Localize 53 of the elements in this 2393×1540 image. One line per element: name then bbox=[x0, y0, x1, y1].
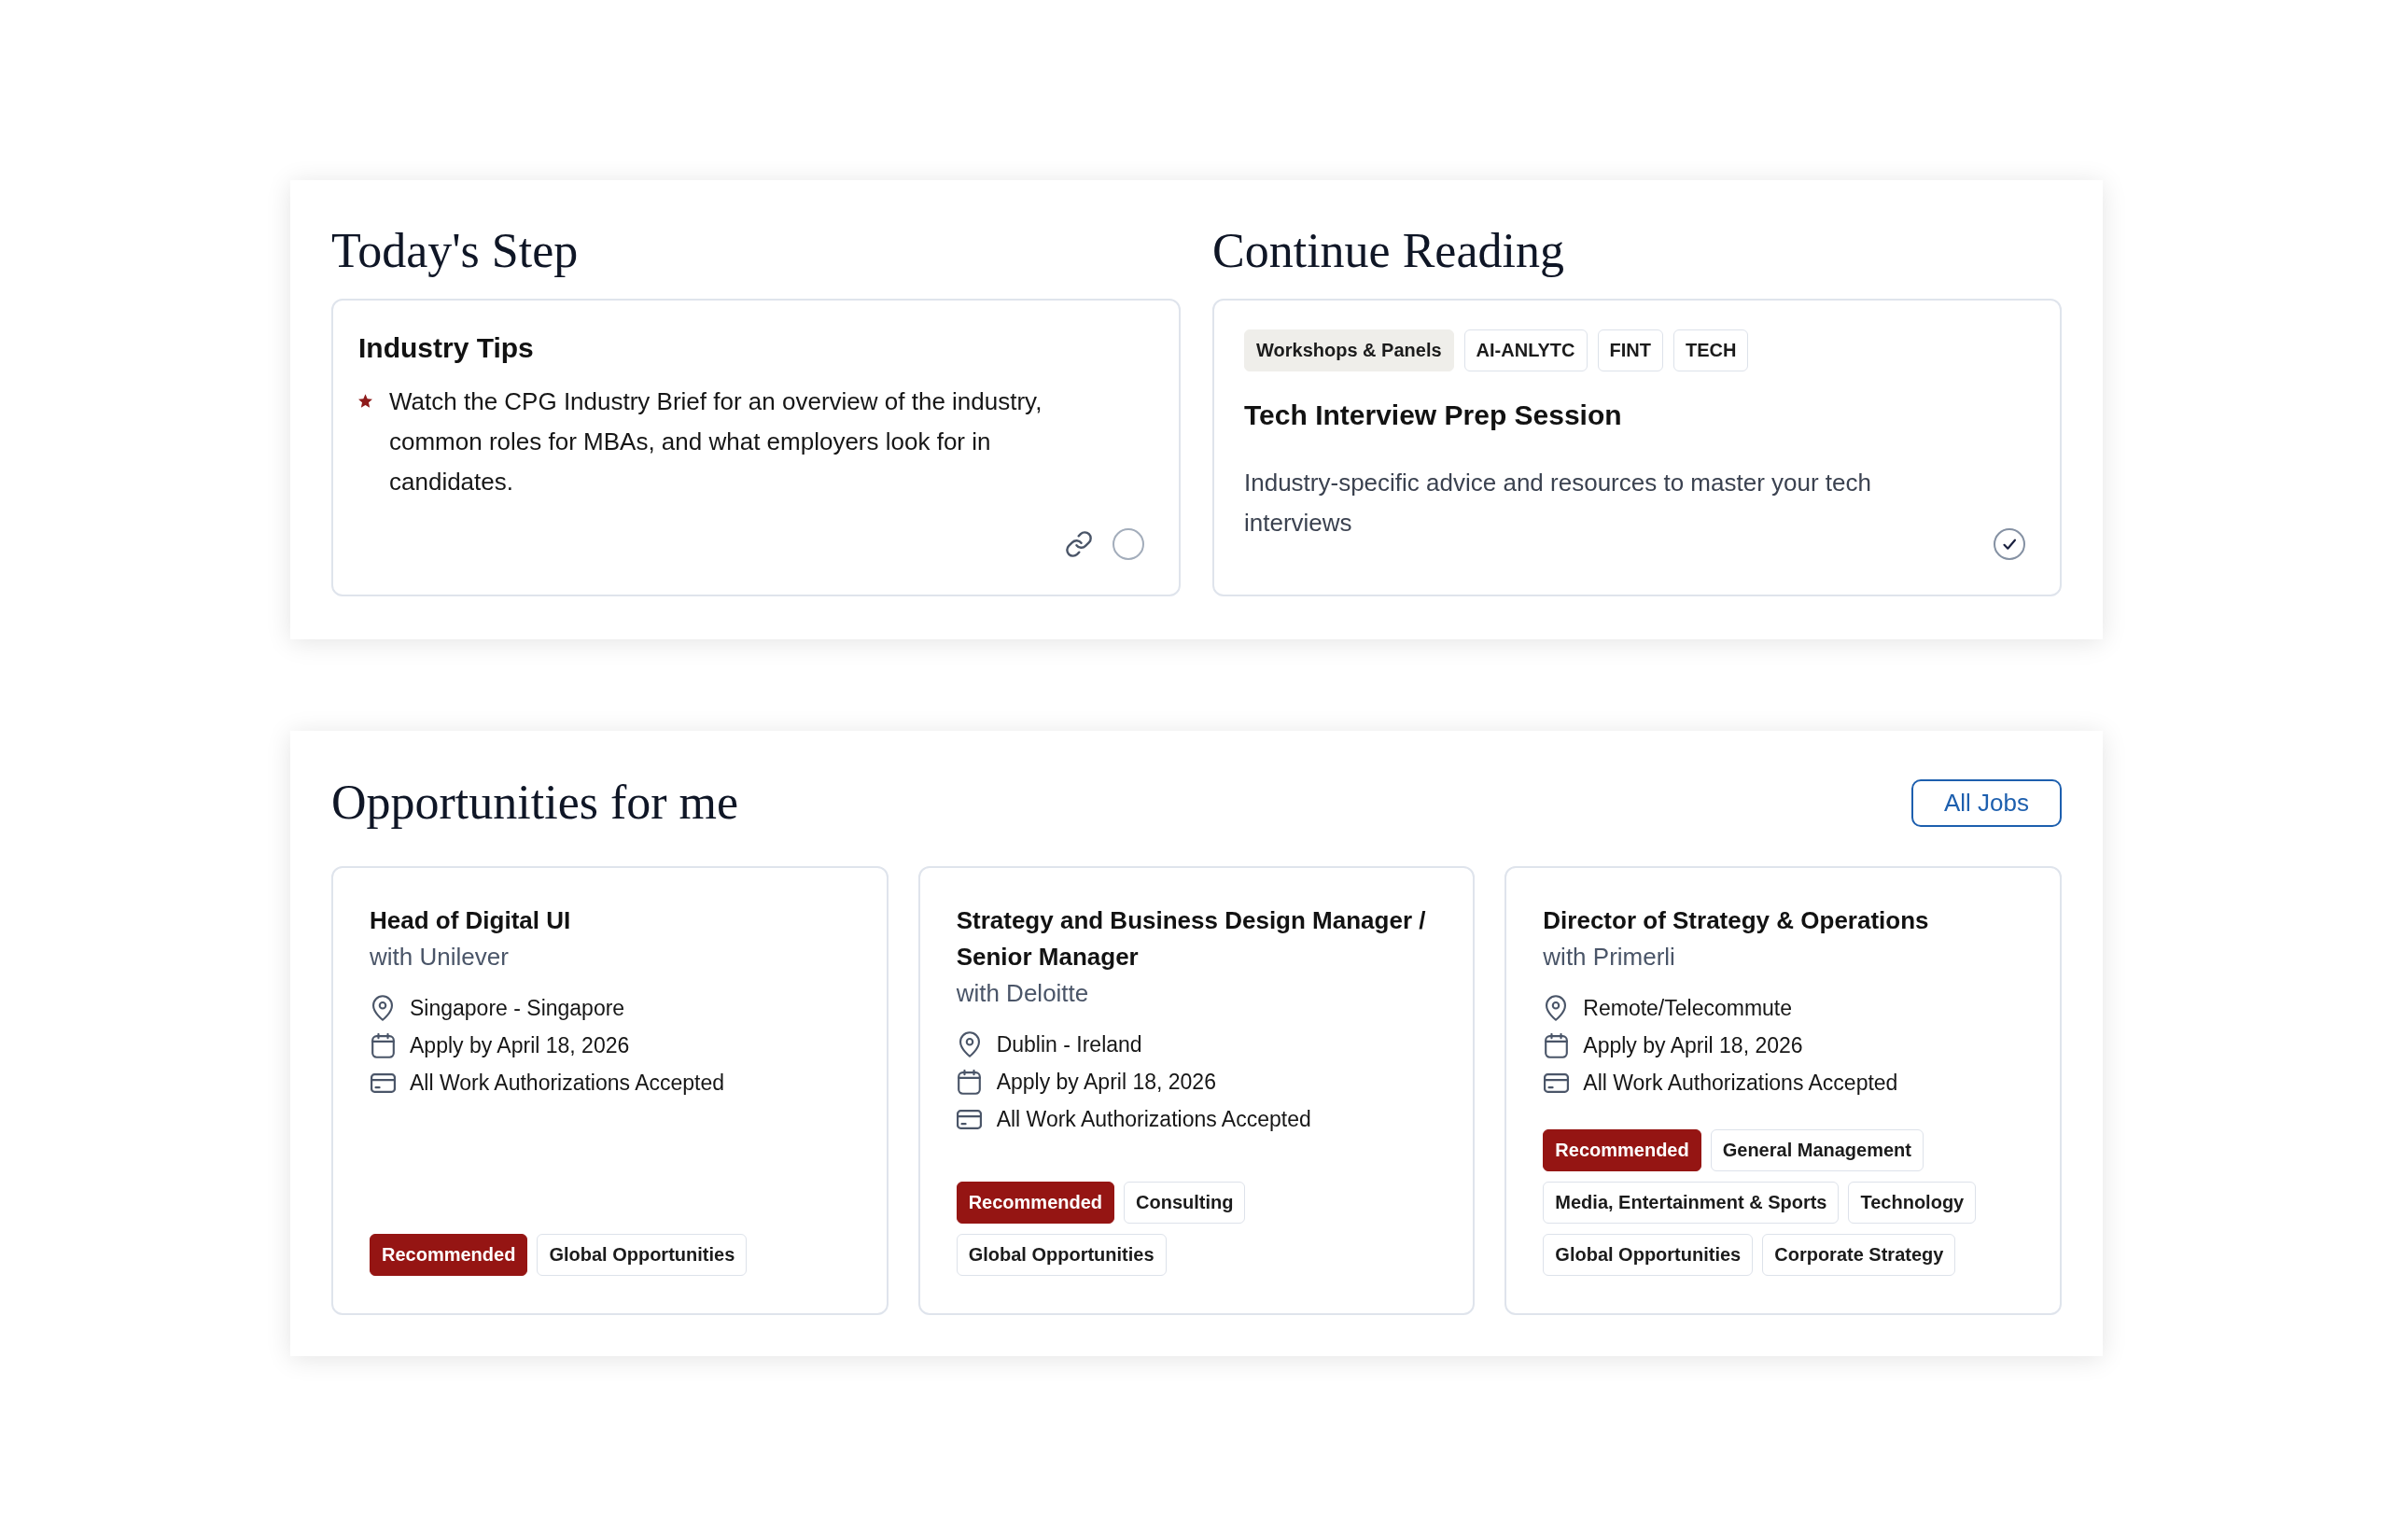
category-tag: AI-ANLYTC bbox=[1463, 329, 1588, 371]
job-title: Strategy and Business Design Manager / Senior Manager bbox=[956, 905, 1427, 973]
calendar-icon bbox=[957, 1069, 983, 1095]
id-card-icon bbox=[1543, 1072, 1569, 1093]
category-tag: Workshops & Panels bbox=[1244, 329, 1454, 371]
category-tag: Technology bbox=[1848, 1182, 1977, 1224]
category-tag: Consulting bbox=[1124, 1182, 1246, 1224]
location-pin-icon bbox=[371, 995, 394, 1021]
id-card-icon bbox=[957, 1109, 983, 1129]
work-authorization-text: All Work Authorizations Accepted bbox=[996, 1106, 1311, 1133]
job-card[interactable]: Head of Digital UI with Unilever Singapore - Singapore Apply by April 18, 2026 All Work Authorizations Accepted Recommended Global Opportunities bbox=[331, 866, 889, 1315]
location-text: Dublin - Ireland bbox=[996, 1031, 1142, 1058]
all-jobs-button[interactable]: All Jobs bbox=[1910, 778, 2062, 827]
category-tag: Media, Entertainment & Sports bbox=[1543, 1182, 1840, 1224]
section-heading: Opportunities for me bbox=[331, 775, 739, 831]
deadline-text: Apply by April 18, 2026 bbox=[996, 1069, 1216, 1096]
deadline-text: Apply by April 18, 2026 bbox=[410, 1032, 630, 1059]
link-icon[interactable] bbox=[1066, 531, 1092, 557]
company-name: with Deloitte bbox=[956, 978, 1090, 1009]
category-tag: TECH bbox=[1672, 329, 1749, 371]
deadline-text: Apply by April 18, 2026 bbox=[1583, 1032, 1803, 1059]
calendar-icon bbox=[370, 1032, 396, 1058]
category-tag: General Management bbox=[1710, 1129, 1924, 1171]
job-card[interactable]: Strategy and Business Design Manager / Senior Manager with Deloitte Dublin - Ireland Apply by April 18, 2026 All Work Authorizations Accepted Recommended Consulting Global Opportunities bbox=[917, 866, 1476, 1315]
category-tag: Global Opportunities bbox=[537, 1234, 748, 1276]
location-text: Singapore - Singapore bbox=[410, 995, 625, 1022]
location-pin-icon bbox=[1545, 995, 1568, 1021]
id-card-icon bbox=[370, 1072, 396, 1093]
category-tag: Global Opportunities bbox=[956, 1234, 1167, 1276]
company-name: with Primerli bbox=[1543, 942, 1676, 973]
tip-text: Watch the CPG Industry Brief for an overview of the industry, common roles for MBAs, and what employers look for in candidates. bbox=[389, 386, 1043, 497]
calendar-icon bbox=[1543, 1032, 1569, 1058]
star-icon bbox=[358, 394, 372, 408]
category-tag: Global Opportunities bbox=[1543, 1234, 1754, 1276]
category-tag: FINT bbox=[1597, 329, 1663, 371]
recommended-tag: Recommended bbox=[956, 1182, 1115, 1224]
location-text: Remote/Telecommute bbox=[1583, 995, 1793, 1022]
work-authorization-text: All Work Authorizations Accepted bbox=[1583, 1070, 1898, 1097]
card-title: Industry Tips bbox=[358, 331, 535, 365]
recommended-tag: Recommended bbox=[1543, 1129, 1701, 1171]
work-authorization-text: All Work Authorizations Accepted bbox=[410, 1070, 725, 1097]
company-name: with Unilever bbox=[370, 942, 510, 973]
location-pin-icon bbox=[958, 1031, 981, 1057]
session-title: Tech Interview Prep Session bbox=[1244, 399, 1623, 432]
job-card[interactable] bbox=[1504, 866, 2062, 1315]
section-heading: Continue Reading bbox=[1212, 223, 1565, 279]
section-heading: Today's Step bbox=[331, 223, 580, 279]
job-title: Director of Strategy & Operations bbox=[1543, 905, 1930, 936]
job-title: Head of Digital UI bbox=[370, 905, 572, 936]
check-circle-icon[interactable] bbox=[1994, 528, 2025, 560]
category-tag: Corporate Strategy bbox=[1762, 1234, 1956, 1276]
recommended-tag: Recommended bbox=[370, 1234, 528, 1276]
session-description: Industry-specific advice and resources to master your tech interviews bbox=[1244, 468, 1872, 539]
